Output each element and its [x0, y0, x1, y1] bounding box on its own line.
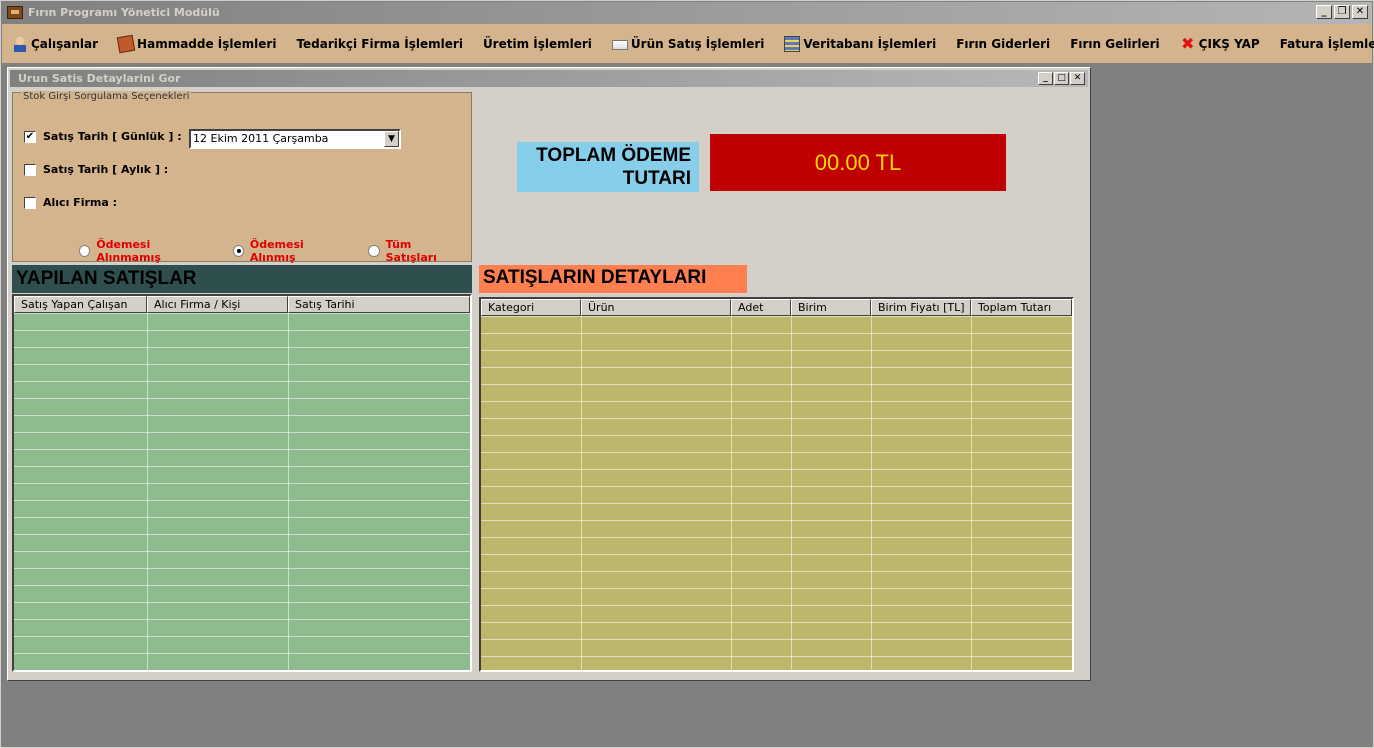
column-divider: [731, 316, 732, 670]
menu-label: Fırın Gelirleri: [1070, 36, 1160, 51]
radio-label: Ödemesi Alınmamış: [96, 238, 161, 264]
date-picker[interactable]: 12 Ekim 2011 Çarşamba ▼: [189, 129, 401, 149]
radio-button[interactable]: [232, 245, 244, 257]
radio-unpaid[interactable]: Ödemesi Alınmamış: [79, 238, 211, 264]
menu-tedarikci[interactable]: Tedarikçi Firma İşlemleri: [296, 37, 463, 51]
menu-label: Tedarikçi Firma İşlemleri: [296, 36, 463, 51]
daily-date-checkbox[interactable]: ✔: [24, 130, 36, 143]
details-grid-header: Kategori Ürün Adet Birim Birim Fiyatı [T…: [481, 299, 1072, 316]
menu-cikis[interactable]: ✖ ÇIKŞ YAP: [1180, 33, 1260, 53]
app-title: Fırın Programı Yönetici Modülü: [28, 6, 220, 19]
printer-icon: [611, 40, 628, 50]
column-header[interactable]: Kategori: [481, 299, 581, 316]
column-divider: [581, 316, 582, 670]
menu-bar: Çalışanlar Hammadde İşlemleri Tedarikçi …: [2, 24, 1374, 63]
groupbox-legend: Stok Girşi Sorgulama Seçenekleri: [21, 91, 192, 102]
details-grid[interactable]: Kategori Ürün Adet Birim Birim Fiyatı [T…: [479, 297, 1074, 672]
user-icon: [12, 35, 28, 52]
daily-date-label: Satış Tarih [ Günlük ] :: [43, 130, 182, 143]
radio-all-sales[interactable]: Tüm Satışları: [368, 238, 461, 264]
menu-uretim[interactable]: Üretim İşlemleri: [483, 37, 592, 51]
radio-button[interactable]: [368, 245, 380, 257]
sales-grid-header: Satış Yapan Çalışan Alıcı Firma / Kişi S…: [14, 296, 470, 313]
query-options-groupbox: Stok Girşi Sorgulama Seçenekleri ✔ Satış…: [12, 91, 472, 264]
child-window-title: Urun Satis Detaylarini Gor: [18, 72, 181, 85]
restore-button[interactable]: ❐: [1334, 5, 1350, 19]
column-header[interactable]: Birim Fiyatı [TL]: [871, 299, 971, 316]
column-header[interactable]: Ürün: [581, 299, 731, 316]
total-payment-value: 00.00 TL: [710, 134, 1006, 191]
child-maximize-button[interactable]: □: [1054, 72, 1069, 85]
column-header[interactable]: Toplam Tutarı: [971, 299, 1072, 316]
total-label-line1: TOPLAM ÖDEME: [536, 145, 691, 166]
menu-fatura[interactable]: Fatura İşlemleri: [1280, 37, 1374, 51]
column-header[interactable]: Alıcı Firma / Kişi: [147, 296, 288, 313]
total-label-line2: TUTARI: [622, 168, 691, 189]
total-payment-label: TOPLAM ÖDEME TUTARI: [517, 142, 699, 192]
column-divider: [288, 313, 289, 670]
sales-details-window: Urun Satis Detaylarini Gor _ □ ✕ Stok Gi…: [7, 67, 1091, 681]
app-icon: [7, 6, 23, 19]
minimize-button[interactable]: _: [1316, 5, 1332, 19]
child-minimize-button[interactable]: _: [1038, 72, 1053, 85]
radio-paid[interactable]: Ödemesi Alınmış: [232, 238, 347, 264]
menu-firin-gelirleri[interactable]: Fırın Gelirleri: [1070, 37, 1159, 51]
radio-button[interactable]: [79, 245, 91, 257]
menu-calisanlar[interactable]: Çalışanlar: [12, 35, 99, 52]
column-header[interactable]: Birim: [791, 299, 871, 316]
details-grid-body[interactable]: [481, 316, 1072, 670]
radio-label: Ödemesi Alınmış: [249, 238, 304, 264]
menu-firin-giderleri[interactable]: Fırın Giderleri: [956, 37, 1050, 51]
column-header[interactable]: Satış Tarihi: [288, 296, 470, 313]
menu-label: Çalışanlar: [31, 36, 99, 51]
column-divider: [971, 316, 972, 670]
menu-label: Hammadde İşlemleri: [137, 36, 277, 51]
menu-label: Fırın Giderleri: [956, 36, 1051, 51]
column-header[interactable]: Adet: [731, 299, 791, 316]
payment-status-radios: Ödemesi Alınmamış Ödemesi Alınmış Tüm Sa…: [79, 238, 471, 264]
monthly-date-label: Satış Tarih [ Aylık ] :: [43, 163, 169, 176]
menu-label: Ürün Satış İşlemleri: [630, 36, 765, 51]
menu-veritabani[interactable]: Veritabanı İşlemleri: [784, 35, 937, 52]
menu-label: ÇIKŞ YAP: [1198, 36, 1260, 51]
monthly-date-option[interactable]: Satış Tarih [ Aylık ] :: [24, 163, 168, 176]
close-button[interactable]: ✕: [1352, 5, 1368, 19]
menu-label: Veritabanı İşlemleri: [803, 36, 937, 51]
sales-section-title: YAPILAN SATIŞLAR: [12, 265, 472, 293]
buyer-option[interactable]: Alıcı Firma :: [24, 196, 117, 209]
child-title-bar: Urun Satis Detaylarini Gor _ □ ✕: [10, 70, 1088, 87]
buyer-checkbox[interactable]: [24, 196, 36, 209]
menu-label: Fatura İşlemleri: [1279, 36, 1374, 51]
daily-date-option[interactable]: ✔ Satış Tarih [ Günlük ] :: [24, 130, 182, 143]
menu-hammadde[interactable]: Hammadde İşlemleri: [116, 34, 277, 53]
exit-icon: ✖: [1180, 33, 1195, 53]
menu-urun-satis[interactable]: Ürün Satış İşlemleri: [611, 36, 765, 51]
chevron-down-icon[interactable]: ▼: [384, 131, 399, 147]
child-close-button[interactable]: ✕: [1070, 72, 1085, 85]
details-section-title: SATIŞLARIN DETAYLARI: [479, 265, 747, 293]
window-controls: _ ❐ ✕: [1316, 5, 1368, 19]
child-window-controls: _ □ ✕: [1038, 72, 1085, 85]
monthly-date-checkbox[interactable]: [24, 163, 36, 176]
application-window: Fırın Programı Yönetici Modülü _ ❐ ✕ Çal…: [0, 0, 1374, 748]
database-icon: [784, 35, 801, 52]
column-divider: [147, 313, 148, 670]
buyer-label: Alıcı Firma :: [43, 196, 117, 209]
box-icon: [116, 34, 136, 53]
title-bar: Fırın Programı Yönetici Modülü _ ❐ ✕: [2, 2, 1372, 24]
column-divider: [791, 316, 792, 670]
sales-grid-body[interactable]: [14, 313, 470, 670]
column-divider: [871, 316, 872, 670]
sales-grid[interactable]: Satış Yapan Çalışan Alıcı Firma / Kişi S…: [12, 294, 472, 672]
radio-label: Tüm Satışları: [385, 238, 437, 264]
column-header[interactable]: Satış Yapan Çalışan: [14, 296, 147, 313]
menu-label: Üretim İşlemleri: [482, 36, 592, 51]
date-picker-value: 12 Ekim 2011 Çarşamba: [193, 132, 329, 145]
